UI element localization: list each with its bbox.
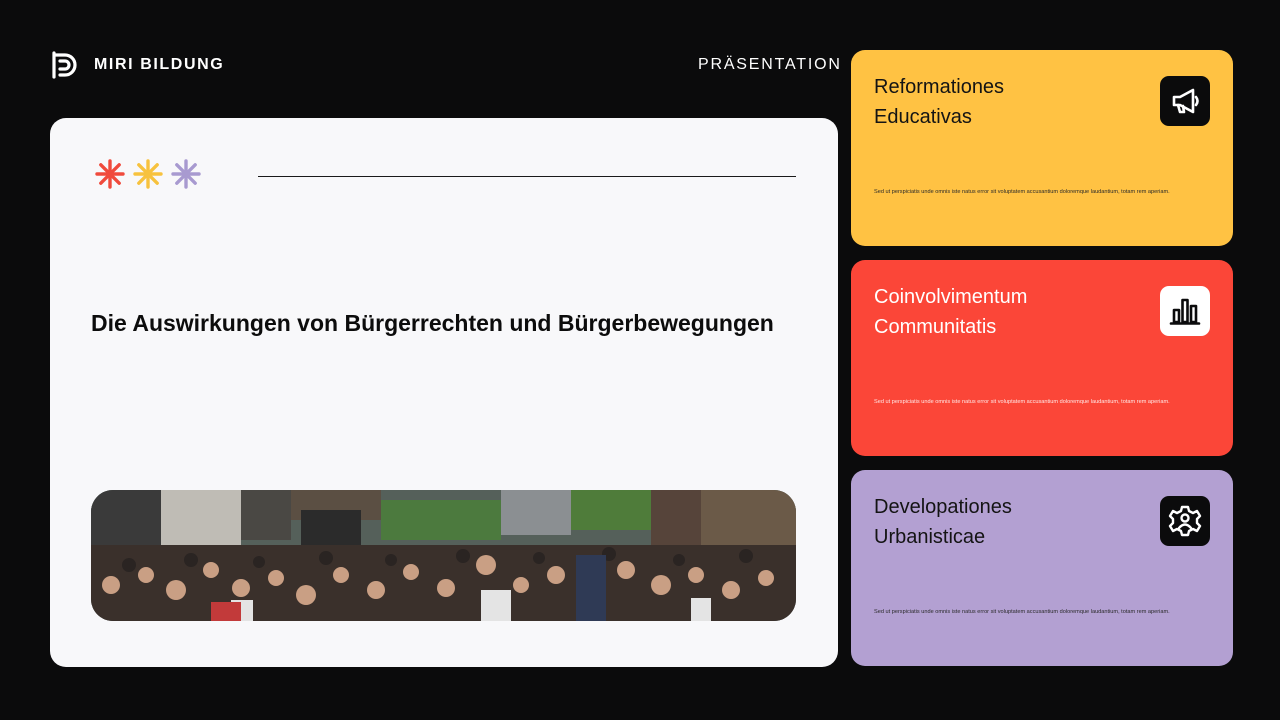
brand-name: MIRI BILDUNG [94,56,225,73]
megaphone-icon [1160,76,1210,126]
card-title: Developationes Urbanisticae [874,496,1012,548]
card-title: Coinvolvimentum Communitatis [874,286,1028,338]
crowd-protest-photo [91,490,796,621]
asterisk-yellow-icon [133,159,163,189]
card-title: Reformationes Educativas [874,76,1005,128]
card-text: Sed ut perspiciatis unde omnis iste natu… [874,399,1170,405]
card-coinvolvimentum: Coinvolvimentum Communitatis Sed ut pers… [851,260,1233,456]
bar-chart-icon [1160,286,1210,336]
asterisk-red-icon [95,159,125,189]
card-reformationes: Reformationes Educativas Sed ut perspici… [851,50,1233,246]
presentation-label: PRÄSENTATION [698,56,842,73]
slide-title: Die Auswirkungen von Bürgerrechten und B… [91,310,774,336]
brand: MIRI BILDUNG [50,50,224,80]
card-text: Sed ut perspiciatis unde omnis iste natu… [874,189,1170,195]
divider-line [258,176,796,177]
card-developationes: Developationes Urbanisticae Sed ut persp… [851,470,1233,666]
brand-logo-icon [52,51,77,79]
gear-people-icon [1160,496,1210,546]
card-text: Sed ut perspiciatis unde omnis iste natu… [874,609,1170,615]
main-card: Die Auswirkungen von Bürgerrechten und B… [50,118,838,667]
asterisk-decoration [94,158,202,190]
asterisk-purple-icon [171,159,201,189]
